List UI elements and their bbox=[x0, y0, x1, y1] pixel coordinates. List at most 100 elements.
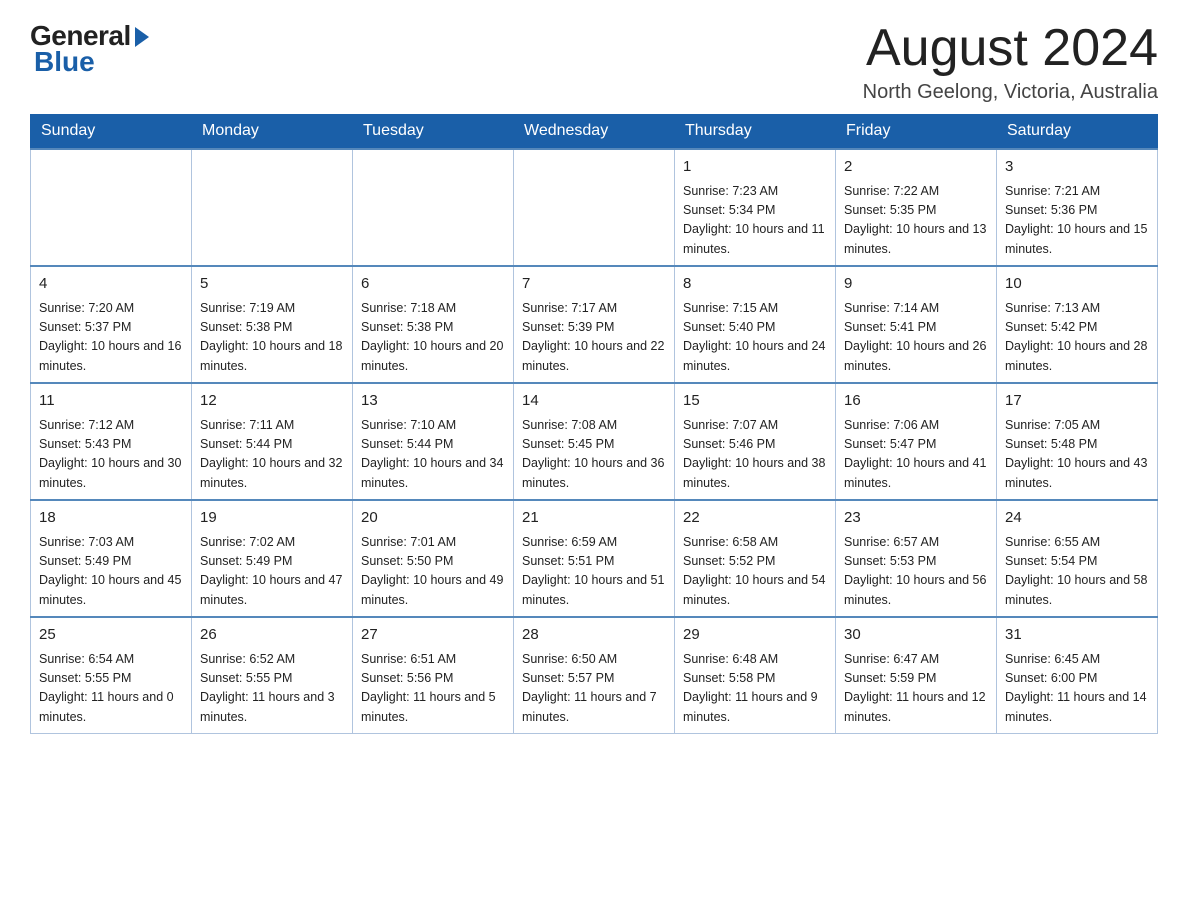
day-info: Sunrise: 7:21 AMSunset: 5:36 PMDaylight:… bbox=[1005, 182, 1149, 260]
day-info: Sunrise: 6:52 AMSunset: 5:55 PMDaylight:… bbox=[200, 650, 344, 728]
day-info: Sunrise: 7:02 AMSunset: 5:49 PMDaylight:… bbox=[200, 533, 344, 611]
calendar-week-4: 18 Sunrise: 7:03 AMSunset: 5:49 PMDayligh… bbox=[31, 500, 1158, 617]
day-number: 21 bbox=[522, 507, 666, 530]
calendar-header-friday: Friday bbox=[836, 114, 997, 149]
day-number: 24 bbox=[1005, 507, 1149, 530]
day-info: Sunrise: 7:19 AMSunset: 5:38 PMDaylight:… bbox=[200, 299, 344, 377]
day-info: Sunrise: 7:23 AMSunset: 5:34 PMDaylight:… bbox=[683, 182, 827, 260]
calendar-cell bbox=[353, 149, 514, 266]
page-header: General Blue August 2024 North Geelong, … bbox=[30, 20, 1158, 104]
calendar-cell: 10 Sunrise: 7:13 AMSunset: 5:42 PMDayligh… bbox=[997, 266, 1158, 383]
title-block: August 2024 North Geelong, Victoria, Aus… bbox=[863, 20, 1158, 104]
day-info: Sunrise: 7:20 AMSunset: 5:37 PMDaylight:… bbox=[39, 299, 183, 377]
day-number: 18 bbox=[39, 507, 183, 530]
calendar-week-3: 11 Sunrise: 7:12 AMSunset: 5:43 PMDayligh… bbox=[31, 383, 1158, 500]
calendar-table: SundayMondayTuesdayWednesdayThursdayFrid… bbox=[30, 114, 1158, 734]
calendar-cell: 26 Sunrise: 6:52 AMSunset: 5:55 PMDayligh… bbox=[192, 617, 353, 734]
calendar-cell: 31 Sunrise: 6:45 AMSunset: 6:00 PMDayligh… bbox=[997, 617, 1158, 734]
day-number: 5 bbox=[200, 273, 344, 296]
calendar-cell bbox=[514, 149, 675, 266]
location-subtitle: North Geelong, Victoria, Australia bbox=[863, 81, 1158, 104]
calendar-cell: 13 Sunrise: 7:10 AMSunset: 5:44 PMDayligh… bbox=[353, 383, 514, 500]
calendar-cell: 30Sunrise: 6:47 AMSunset: 5:59 PMDayligh… bbox=[836, 617, 997, 734]
day-info: Sunrise: 7:11 AMSunset: 5:44 PMDaylight:… bbox=[200, 416, 344, 494]
calendar-cell: 8Sunrise: 7:15 AMSunset: 5:40 PMDaylight… bbox=[675, 266, 836, 383]
calendar-cell: 15 Sunrise: 7:07 AMSunset: 5:46 PMDayligh… bbox=[675, 383, 836, 500]
calendar-cell: 17Sunrise: 7:05 AMSunset: 5:48 PMDayligh… bbox=[997, 383, 1158, 500]
day-number: 30 bbox=[844, 624, 988, 647]
calendar-cell: 20 Sunrise: 7:01 AMSunset: 5:50 PMDayligh… bbox=[353, 500, 514, 617]
calendar-cell: 19Sunrise: 7:02 AMSunset: 5:49 PMDayligh… bbox=[192, 500, 353, 617]
day-number: 3 bbox=[1005, 156, 1149, 179]
calendar-cell: 18 Sunrise: 7:03 AMSunset: 5:49 PMDayligh… bbox=[31, 500, 192, 617]
calendar-cell: 12 Sunrise: 7:11 AMSunset: 5:44 PMDayligh… bbox=[192, 383, 353, 500]
day-info: Sunrise: 7:22 AMSunset: 5:35 PMDaylight:… bbox=[844, 182, 988, 260]
day-number: 2 bbox=[844, 156, 988, 179]
day-number: 25 bbox=[39, 624, 183, 647]
calendar-header-row: SundayMondayTuesdayWednesdayThursdayFrid… bbox=[31, 114, 1158, 149]
day-number: 9 bbox=[844, 273, 988, 296]
day-number: 12 bbox=[200, 390, 344, 413]
day-number: 10 bbox=[1005, 273, 1149, 296]
day-number: 16 bbox=[844, 390, 988, 413]
day-number: 26 bbox=[200, 624, 344, 647]
day-info: Sunrise: 7:07 AMSunset: 5:46 PMDaylight:… bbox=[683, 416, 827, 494]
calendar-week-2: 4 Sunrise: 7:20 AMSunset: 5:37 PMDaylight… bbox=[31, 266, 1158, 383]
calendar-cell: 27Sunrise: 6:51 AMSunset: 5:56 PMDayligh… bbox=[353, 617, 514, 734]
calendar-cell: 23Sunrise: 6:57 AMSunset: 5:53 PMDayligh… bbox=[836, 500, 997, 617]
calendar-cell: 14 Sunrise: 7:08 AMSunset: 5:45 PMDayligh… bbox=[514, 383, 675, 500]
calendar-header-saturday: Saturday bbox=[997, 114, 1158, 149]
day-info: Sunrise: 6:48 AMSunset: 5:58 PMDaylight:… bbox=[683, 650, 827, 728]
day-number: 23 bbox=[844, 507, 988, 530]
day-number: 13 bbox=[361, 390, 505, 413]
day-info: Sunrise: 7:12 AMSunset: 5:43 PMDaylight:… bbox=[39, 416, 183, 494]
calendar-header-wednesday: Wednesday bbox=[514, 114, 675, 149]
day-number: 1 bbox=[683, 156, 827, 179]
calendar-header-monday: Monday bbox=[192, 114, 353, 149]
day-number: 14 bbox=[522, 390, 666, 413]
day-number: 22 bbox=[683, 507, 827, 530]
calendar-cell: 3 Sunrise: 7:21 AMSunset: 5:36 PMDaylight… bbox=[997, 149, 1158, 266]
day-info: Sunrise: 6:45 AMSunset: 6:00 PMDaylight:… bbox=[1005, 650, 1149, 728]
calendar-cell: 2 Sunrise: 7:22 AMSunset: 5:35 PMDaylight… bbox=[836, 149, 997, 266]
calendar-header-tuesday: Tuesday bbox=[353, 114, 514, 149]
calendar-cell: 1 Sunrise: 7:23 AMSunset: 5:34 PMDaylight… bbox=[675, 149, 836, 266]
logo-blue-text: Blue bbox=[34, 46, 95, 78]
day-info: Sunrise: 6:51 AMSunset: 5:56 PMDaylight:… bbox=[361, 650, 505, 728]
day-info: Sunrise: 7:08 AMSunset: 5:45 PMDaylight:… bbox=[522, 416, 666, 494]
day-info: Sunrise: 7:10 AMSunset: 5:44 PMDaylight:… bbox=[361, 416, 505, 494]
calendar-week-1: 1 Sunrise: 7:23 AMSunset: 5:34 PMDaylight… bbox=[31, 149, 1158, 266]
day-info: Sunrise: 6:50 AMSunset: 5:57 PMDaylight:… bbox=[522, 650, 666, 728]
calendar-cell: 7 Sunrise: 7:17 AMSunset: 5:39 PMDaylight… bbox=[514, 266, 675, 383]
day-number: 20 bbox=[361, 507, 505, 530]
day-number: 15 bbox=[683, 390, 827, 413]
month-title: August 2024 bbox=[863, 20, 1158, 77]
day-info: Sunrise: 7:01 AMSunset: 5:50 PMDaylight:… bbox=[361, 533, 505, 611]
calendar-cell: 16 Sunrise: 7:06 AMSunset: 5:47 PMDayligh… bbox=[836, 383, 997, 500]
calendar-cell bbox=[31, 149, 192, 266]
day-number: 8 bbox=[683, 273, 827, 296]
logo-arrow-icon bbox=[135, 27, 149, 47]
day-info: Sunrise: 7:13 AMSunset: 5:42 PMDaylight:… bbox=[1005, 299, 1149, 377]
day-info: Sunrise: 6:54 AMSunset: 5:55 PMDaylight:… bbox=[39, 650, 183, 728]
calendar-cell bbox=[192, 149, 353, 266]
day-number: 11 bbox=[39, 390, 183, 413]
day-number: 7 bbox=[522, 273, 666, 296]
calendar-cell: 25 Sunrise: 6:54 AMSunset: 5:55 PMDayligh… bbox=[31, 617, 192, 734]
day-info: Sunrise: 7:05 AMSunset: 5:48 PMDaylight:… bbox=[1005, 416, 1149, 494]
day-info: Sunrise: 6:55 AMSunset: 5:54 PMDaylight:… bbox=[1005, 533, 1149, 611]
day-number: 31 bbox=[1005, 624, 1149, 647]
calendar-cell: 21Sunrise: 6:59 AMSunset: 5:51 PMDayligh… bbox=[514, 500, 675, 617]
calendar-cell: 4 Sunrise: 7:20 AMSunset: 5:37 PMDaylight… bbox=[31, 266, 192, 383]
calendar-cell: 5 Sunrise: 7:19 AMSunset: 5:38 PMDaylight… bbox=[192, 266, 353, 383]
calendar-cell: 28Sunrise: 6:50 AMSunset: 5:57 PMDayligh… bbox=[514, 617, 675, 734]
day-info: Sunrise: 7:03 AMSunset: 5:49 PMDaylight:… bbox=[39, 533, 183, 611]
calendar-cell: 6Sunrise: 7:18 AMSunset: 5:38 PMDaylight… bbox=[353, 266, 514, 383]
logo: General Blue bbox=[30, 20, 149, 78]
day-number: 4 bbox=[39, 273, 183, 296]
calendar-header-thursday: Thursday bbox=[675, 114, 836, 149]
day-number: 29 bbox=[683, 624, 827, 647]
day-info: Sunrise: 7:18 AMSunset: 5:38 PMDaylight:… bbox=[361, 299, 505, 377]
day-info: Sunrise: 7:17 AMSunset: 5:39 PMDaylight:… bbox=[522, 299, 666, 377]
day-info: Sunrise: 7:06 AMSunset: 5:47 PMDaylight:… bbox=[844, 416, 988, 494]
